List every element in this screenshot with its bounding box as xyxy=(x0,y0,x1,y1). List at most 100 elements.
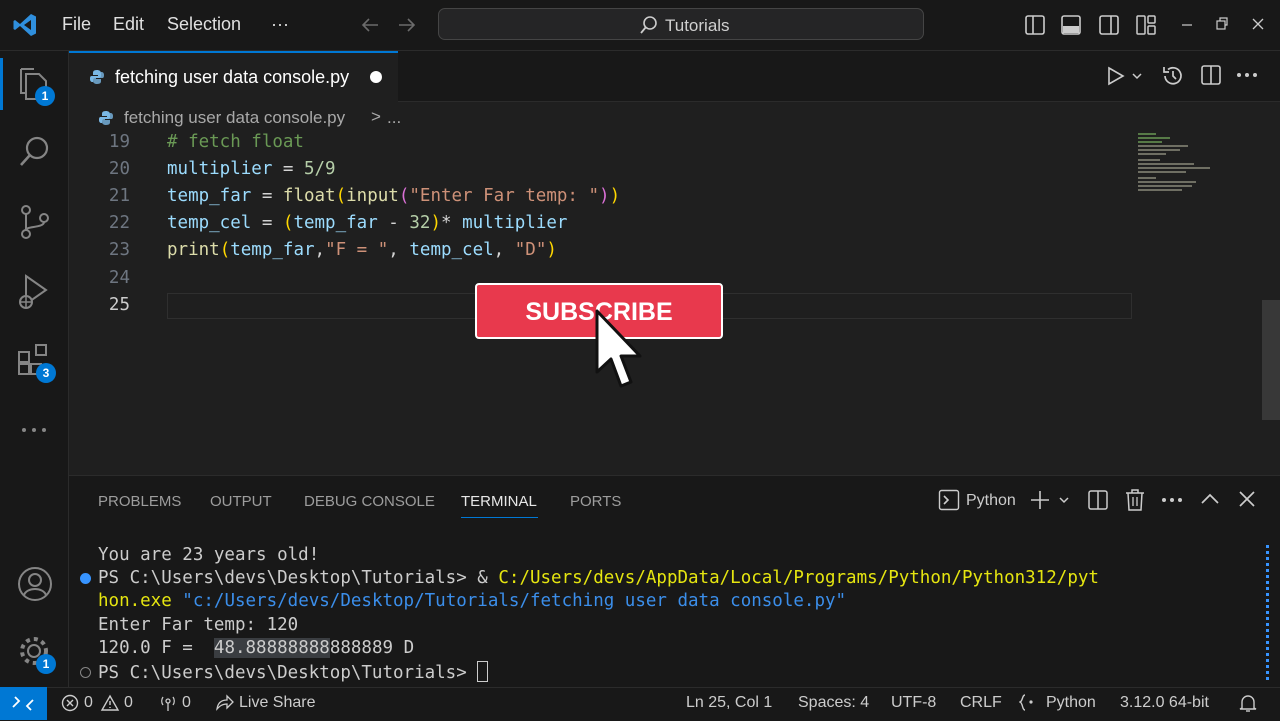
maximize-panel-chevron-up-icon[interactable] xyxy=(1200,491,1220,507)
code-line-20[interactable]: multiplier = 5/9 xyxy=(167,159,336,179)
settings-badge: 1 xyxy=(36,654,56,674)
warnings-icon[interactable] xyxy=(100,694,120,712)
token: ( xyxy=(398,186,410,206)
minimap[interactable] xyxy=(1136,132,1216,196)
terminal-profile-icon[interactable] xyxy=(938,489,960,511)
command-pending-dot-icon[interactable] xyxy=(80,667,91,678)
menu-more[interactable]: ··· xyxy=(271,14,289,35)
explorer-icon[interactable]: 1 xyxy=(17,66,55,106)
vscode-logo-icon xyxy=(12,12,38,38)
forward-arrow-icon[interactable] xyxy=(397,15,417,35)
terminal-token: 888889 D xyxy=(329,638,415,658)
minimize-icon[interactable] xyxy=(1180,16,1194,32)
cursor-position[interactable]: Ln 25, Col 1 xyxy=(686,694,772,712)
terminal-token: & xyxy=(477,568,499,588)
token: multiplier xyxy=(462,213,568,233)
warnings-count[interactable]: 0 xyxy=(124,694,133,712)
live-share-label[interactable]: Live Share xyxy=(239,694,316,712)
unsaved-dot-icon[interactable] xyxy=(370,71,382,83)
kill-terminal-trash-icon[interactable] xyxy=(1124,488,1146,512)
tab-fetching-user-data[interactable]: fetching user data console.py xyxy=(69,51,398,102)
more-views-icon[interactable] xyxy=(20,420,50,440)
tab-debug-console[interactable]: DEBUG CONSOLE xyxy=(304,493,435,510)
token: = xyxy=(272,159,304,179)
source-control-icon[interactable] xyxy=(18,202,52,242)
terminal-scrollbar[interactable] xyxy=(1266,545,1272,680)
terminal-profile-label[interactable]: Python xyxy=(966,492,1016,510)
token: 32 xyxy=(409,213,431,233)
live-share-icon[interactable] xyxy=(214,694,234,712)
timeline-history-icon[interactable] xyxy=(1161,64,1185,88)
back-arrow-icon[interactable] xyxy=(360,15,380,35)
language-braces-icon[interactable] xyxy=(1019,694,1039,712)
code-line-21[interactable]: temp_far = float(input("Enter Far temp: … xyxy=(167,186,620,206)
end-of-line[interactable]: CRLF xyxy=(960,694,1002,712)
search-view-icon[interactable] xyxy=(18,134,52,170)
toggle-secondary-sidebar-icon[interactable] xyxy=(1098,14,1120,36)
token: - xyxy=(377,213,410,233)
python-interpreter[interactable]: 3.12.0 64-bit xyxy=(1120,694,1209,712)
remote-button[interactable] xyxy=(0,687,47,720)
encoding[interactable]: UTF-8 xyxy=(891,694,936,712)
tab-ports[interactable]: PORTS xyxy=(570,493,621,510)
token: ) xyxy=(609,186,621,206)
split-editor-icon[interactable] xyxy=(1200,64,1222,86)
breadcrumb-file[interactable]: fetching user data console.py xyxy=(124,108,345,128)
token: ) xyxy=(599,186,610,206)
new-terminal-icon[interactable] xyxy=(1030,490,1074,510)
toggle-primary-sidebar-icon[interactable] xyxy=(1024,14,1046,36)
search-icon xyxy=(639,15,659,35)
command-center-search[interactable]: Tutorials xyxy=(438,8,924,40)
terminal-selection: 48.88888888 xyxy=(213,638,330,658)
notifications-bell-icon[interactable] xyxy=(1238,693,1258,713)
token: = xyxy=(251,213,283,233)
command-success-dot-icon[interactable] xyxy=(80,573,91,584)
menu-edit[interactable]: Edit xyxy=(113,14,144,35)
panel-more-actions-icon[interactable] xyxy=(1161,497,1183,503)
run-python-file-icon[interactable] xyxy=(1105,66,1145,86)
token: "F = " xyxy=(325,240,389,260)
python-file-icon xyxy=(89,69,105,85)
tab-terminal[interactable]: TERMINAL xyxy=(461,493,537,510)
menu-selection[interactable]: Selection xyxy=(167,14,241,35)
terminal-token: hon.exe xyxy=(98,591,172,611)
editor-scrollbar[interactable] xyxy=(1262,300,1280,420)
indentation[interactable]: Spaces: 4 xyxy=(798,694,869,712)
token: float xyxy=(282,186,336,206)
split-terminal-icon[interactable] xyxy=(1087,489,1109,511)
errors-count[interactable]: 0 xyxy=(84,694,93,712)
token: ) xyxy=(546,240,557,260)
token: 5/9 xyxy=(303,159,336,179)
terminal-line[interactable]: PS C:\Users\devs\Desktop\Tutorials> xyxy=(98,661,489,683)
extensions-icon[interactable]: 3 xyxy=(17,342,56,383)
manage-gear-icon[interactable]: 1 xyxy=(17,634,56,674)
ports-count[interactable]: 0 xyxy=(182,694,191,712)
accounts-icon[interactable] xyxy=(17,566,53,602)
editor-more-actions-icon[interactable] xyxy=(1236,72,1258,78)
close-window-icon[interactable] xyxy=(1250,16,1266,32)
code-line-19[interactable]: # fetch float xyxy=(167,132,304,152)
errors-icon[interactable] xyxy=(61,694,79,712)
breadcrumb-more[interactable]: ... xyxy=(387,108,401,128)
token: , xyxy=(388,240,410,260)
toggle-panel-icon[interactable] xyxy=(1060,14,1082,36)
ports-broadcast-icon[interactable] xyxy=(158,694,178,712)
token: print xyxy=(167,240,220,260)
language-mode[interactable]: Python xyxy=(1046,694,1096,712)
line-number: 23 xyxy=(108,240,130,260)
terminal-line: PS C:\Users\devs\Desktop\Tutorials> & C:… xyxy=(98,568,1099,588)
tab-problems[interactable]: PROBLEMS xyxy=(98,493,181,510)
tab-output[interactable]: OUTPUT xyxy=(210,493,272,510)
run-debug-icon[interactable] xyxy=(16,272,52,312)
menu-file[interactable]: File xyxy=(62,14,91,35)
active-tab-underline xyxy=(461,517,538,518)
token: ( xyxy=(282,213,294,233)
terminal-line: hon.exe "c:/Users/devs/Desktop/Tutorials… xyxy=(98,591,846,611)
restore-icon[interactable] xyxy=(1215,16,1229,32)
code-line-22[interactable]: temp_cel = (temp_far - 32)* multiplier xyxy=(167,213,567,233)
code-line-23[interactable]: print(temp_far,"F = ", temp_cel, "D") xyxy=(167,240,557,260)
customize-layout-icon[interactable] xyxy=(1135,14,1157,36)
token: ( xyxy=(335,186,347,206)
terminal-prompt: PS C:\Users\devs\Desktop\Tutorials> xyxy=(98,663,478,683)
close-panel-icon[interactable] xyxy=(1238,490,1256,508)
